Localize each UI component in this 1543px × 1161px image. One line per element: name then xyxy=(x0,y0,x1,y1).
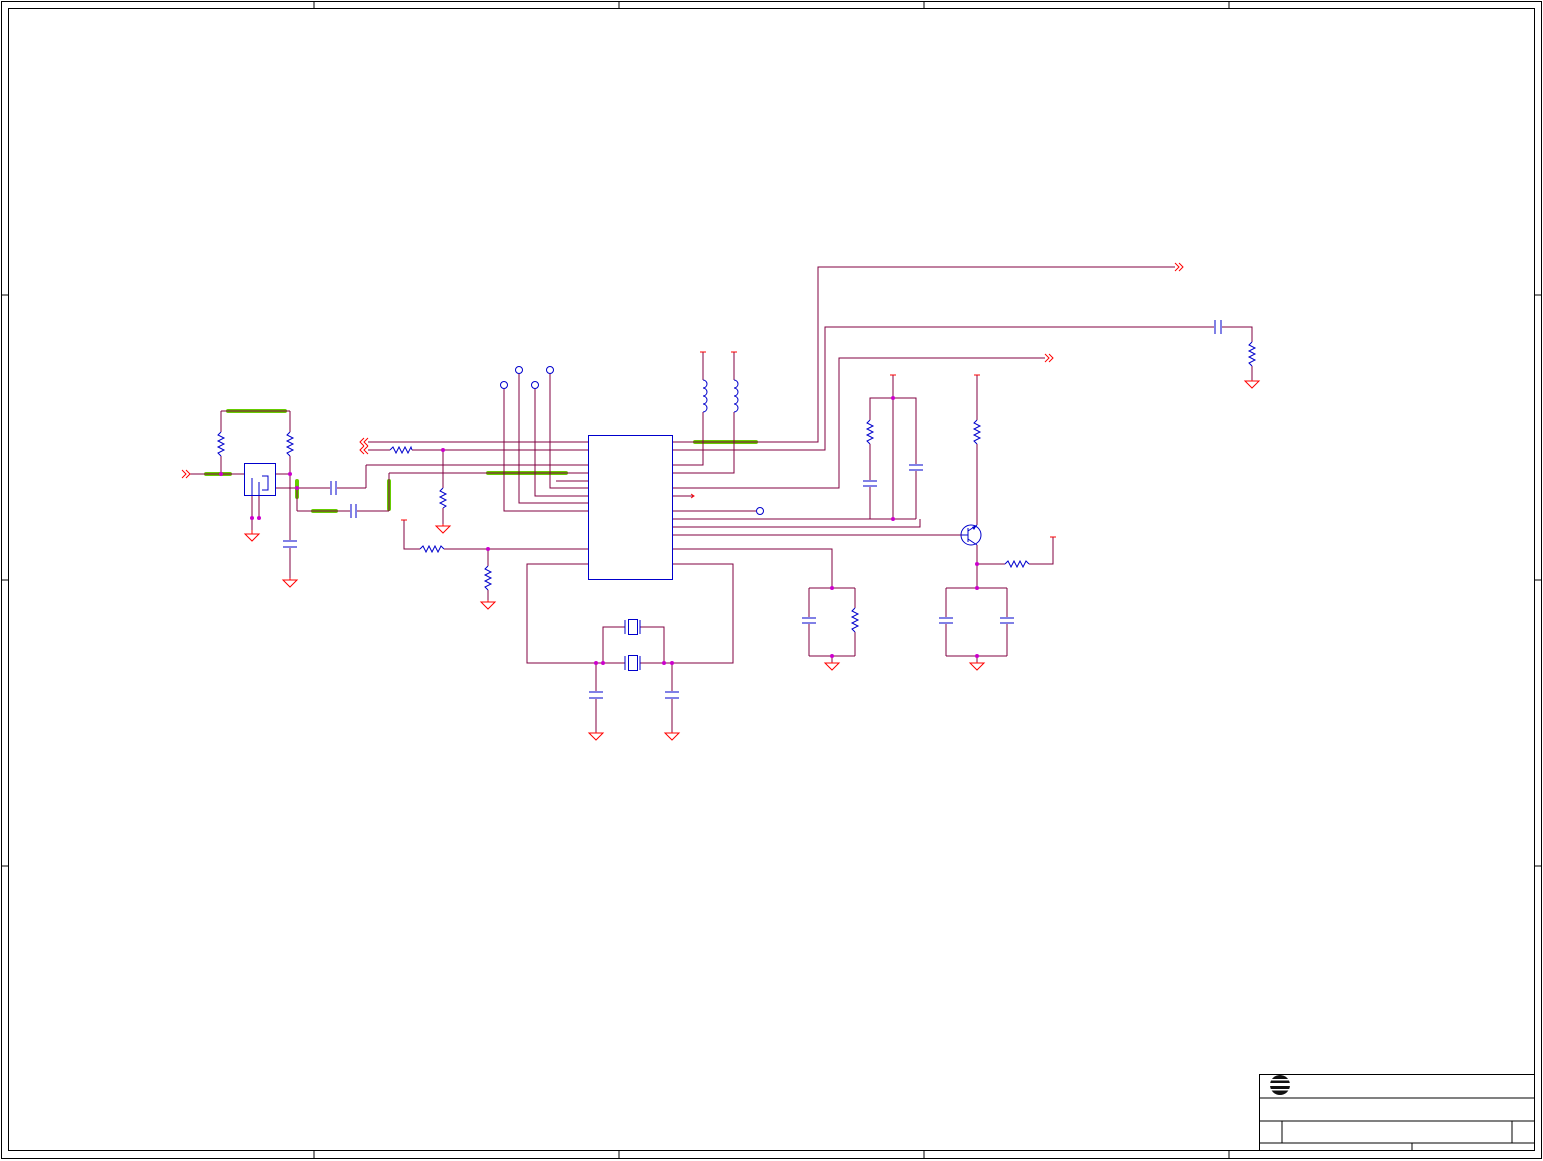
capacitor xyxy=(1000,617,1014,624)
resistor xyxy=(850,607,860,633)
capacitor xyxy=(802,617,816,624)
resistor xyxy=(972,419,982,445)
resistor xyxy=(438,487,448,509)
ground-icon xyxy=(823,662,841,671)
offsheet-connectors xyxy=(181,262,1184,499)
ground-icon xyxy=(243,530,261,542)
crystal xyxy=(624,655,641,671)
ground-icon xyxy=(968,662,986,671)
input-switch-ic xyxy=(244,463,276,496)
capacitor xyxy=(665,691,679,699)
capacitor xyxy=(1214,320,1222,334)
title-block xyxy=(1259,1074,1535,1151)
ground-icon xyxy=(1243,380,1261,389)
resistor xyxy=(216,431,226,457)
test-point xyxy=(756,507,764,515)
capacitor xyxy=(909,464,923,471)
resistor xyxy=(285,431,295,457)
resistor xyxy=(1247,341,1257,367)
ground-icon xyxy=(281,578,299,588)
components xyxy=(216,320,1257,699)
schematic-sheet xyxy=(1,1,1542,1159)
main-ic xyxy=(588,435,673,580)
junctions xyxy=(219,396,979,665)
resistor xyxy=(419,544,445,554)
capacitor xyxy=(330,481,337,495)
resistor xyxy=(389,445,413,455)
capacitor xyxy=(283,540,297,548)
test-point xyxy=(515,366,523,374)
test-point xyxy=(500,381,508,389)
ground-icon xyxy=(434,524,452,534)
ground-icon xyxy=(587,732,605,741)
resistor xyxy=(483,565,493,591)
inductor xyxy=(702,379,708,413)
power-rails xyxy=(401,351,1056,538)
resistor xyxy=(865,419,875,445)
npn-transistor xyxy=(960,524,982,546)
company-logo-icon xyxy=(1268,1075,1294,1095)
inductor xyxy=(733,379,739,413)
wires xyxy=(190,266,1253,732)
test-point xyxy=(546,366,554,374)
capacitor xyxy=(863,480,877,487)
capacitor xyxy=(939,617,953,624)
ground-symbols xyxy=(243,380,1261,741)
ground-icon xyxy=(479,600,497,610)
sheet-frame xyxy=(1,1,1542,1159)
capacitor xyxy=(350,504,357,518)
resistor xyxy=(1004,559,1030,569)
ground-icon xyxy=(663,732,681,741)
crystal xyxy=(624,619,641,635)
capacitor xyxy=(589,691,603,699)
test-point xyxy=(531,381,539,389)
